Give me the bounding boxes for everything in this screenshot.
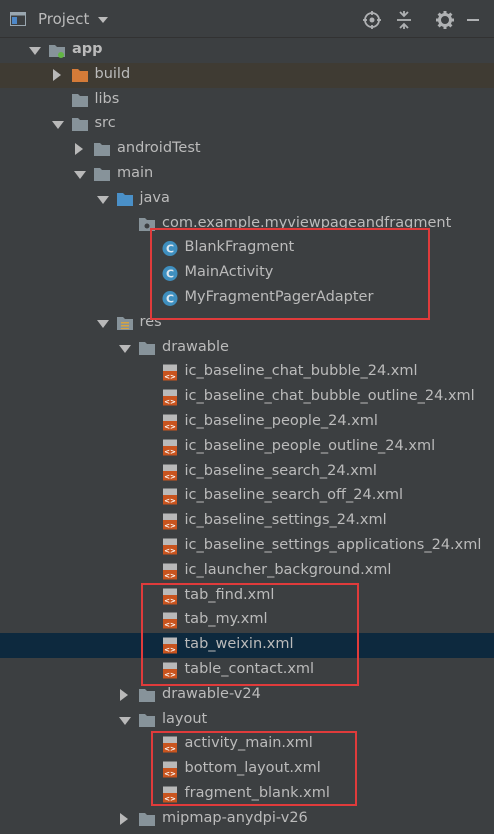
xml-file-icon: <> [161,538,179,555]
tree-item-label: ic_baseline_settings_applications_24.xml [184,537,482,553]
folder-icon [71,92,89,109]
tree-item[interactable]: drawable [0,336,494,361]
tree-item-label: java [139,189,170,206]
tree-item[interactable]: <> ic_baseline_people_outline_24.xml [0,435,494,460]
svg-text:<>: <> [164,547,176,555]
svg-text:<>: <> [164,398,176,406]
tree-item[interactable]: mipmap-anydpi-v26 [0,807,494,832]
svg-text:<>: <> [164,448,176,456]
folder-icon [138,340,156,357]
tree-item[interactable]: src [0,112,494,137]
expand-arrow-right-icon[interactable] [120,688,128,701]
expand-arrow-down-icon[interactable] [29,47,41,55]
chevron-down-icon[interactable] [98,17,108,23]
tree-item-label: androidTest [117,140,201,157]
locate-target-icon[interactable] [362,10,382,30]
xml-file-icon: <> [161,563,179,580]
tree-item[interactable]: libs [0,88,494,113]
xml-file-icon: <> [161,513,179,530]
tree-item-label: ic_baseline_people_outline_24.xml [184,437,436,454]
svg-text:<>: <> [164,522,176,530]
tree-item[interactable]: <> ic_baseline_search_off_24.xml [0,484,494,509]
project-view-selector[interactable]: Project [38,10,89,28]
tree-item[interactable]: <> ic_baseline_chat_bubble_outline_24.xml [0,385,494,410]
tree-item-label: ic_baseline_chat_bubble_24.xml [184,363,418,380]
folder-icon [93,141,111,158]
tree-item-label: main [117,165,154,181]
xml-file-icon: <> [161,364,179,381]
tree-item[interactable]: app [0,38,494,63]
xml-file-icon: <> [161,389,179,406]
tree-item[interactable]: <> ic_baseline_search_24.xml [0,460,494,485]
expand-arrow-down-icon[interactable] [119,344,131,353]
tree-item[interactable]: layout [0,708,494,733]
annotation-box-tab-drawables [141,583,359,686]
folder-icon [93,166,111,183]
folder-blue-icon [116,191,134,208]
expand-arrow-right-icon[interactable] [120,812,128,825]
folder-orange-icon [71,67,89,84]
tree-item-label: ic_baseline_chat_bubble_outline_24.xml [184,388,475,405]
xml-file-icon: <> [161,439,179,456]
tree-item-label: ic_baseline_settings_24.xml [184,512,387,529]
hide-panel-icon[interactable] [464,10,482,30]
folder-icon [71,116,89,133]
expand-arrow-right-icon[interactable] [52,68,61,81]
svg-text:<>: <> [164,423,176,431]
tree-item[interactable]: build [0,62,494,88]
tree-item-label: build [94,65,131,82]
tree-item-label: drawable [162,338,229,355]
folder-icon [138,687,156,704]
tree-item[interactable]: androidTest [0,137,494,162]
svg-text:<>: <> [164,497,176,505]
collapse-all-icon[interactable] [394,10,414,30]
tree-item[interactable]: <> ic_baseline_chat_bubble_24.xml [0,360,494,385]
expand-arrow-down-icon[interactable] [51,121,64,130]
tree-item-label: ic_baseline_search_24.xml [184,462,377,479]
tree-item[interactable]: <> ic_baseline_settings_24.xml [0,509,494,534]
svg-text:<>: <> [164,572,176,580]
tree-item-label: layout [162,710,208,727]
tree-item-label: ic_baseline_people_24.xml [184,413,378,429]
xml-file-icon: <> [161,464,179,481]
folder-icon [138,811,156,828]
module-icon [48,42,66,59]
expand-arrow-down-icon[interactable] [119,716,131,725]
tree-item[interactable]: main [0,162,494,187]
tree-item-label: ic_baseline_search_off_24.xml [184,487,404,504]
expand-arrow-right-icon[interactable] [75,143,83,156]
annotation-box-java-classes [150,228,430,320]
expand-arrow-down-icon[interactable] [96,195,109,204]
tree-item[interactable]: drawable-v24 [0,683,494,708]
tree-item-label: mipmap-anydpi-v26 [162,809,308,826]
annotation-box-layouts [151,731,357,806]
project-tree: app build libs src androidTest main java com.ex… [0,38,494,834]
folder-icon [138,712,156,729]
xml-file-icon: <> [161,488,179,505]
expand-arrow-down-icon[interactable] [96,319,109,328]
svg-text:<>: <> [164,473,176,481]
tree-item-label: libs [94,90,120,107]
gear-icon[interactable] [435,10,455,30]
svg-text:<>: <> [164,373,176,381]
tree-item-label: app [72,41,103,57]
tree-item[interactable]: <> ic_baseline_people_24.xml [0,410,494,435]
tree-item-label: src [94,115,116,132]
xml-file-icon: <> [161,414,179,431]
tree-item-label: ic_launcher_background.xml [184,561,392,578]
tree-item[interactable]: java [0,187,494,212]
tree-item[interactable]: <> ic_launcher_background.xml [0,559,494,584]
project-window-icon [10,12,26,26]
expand-arrow-down-icon[interactable] [74,171,86,179]
tree-item-label: drawable-v24 [162,685,261,702]
tree-item[interactable]: <> ic_baseline_settings_applications_24.x… [0,534,494,559]
res-folder-icon [116,315,134,332]
project-toolbar: Project [0,0,494,38]
